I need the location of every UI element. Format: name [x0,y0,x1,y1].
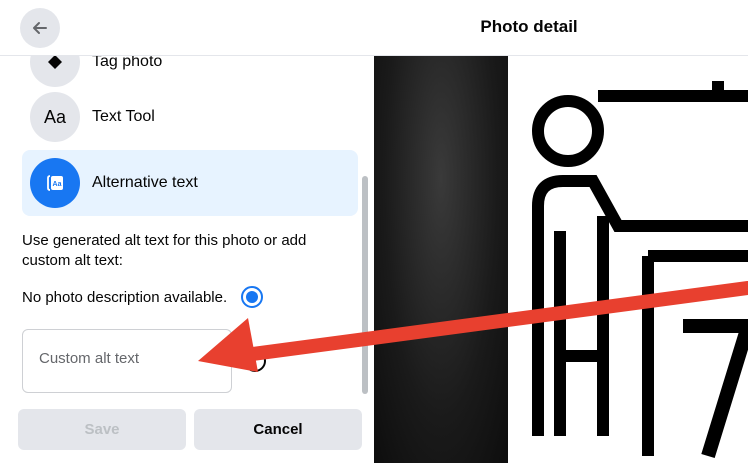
annotation-arrow [198,281,748,372]
